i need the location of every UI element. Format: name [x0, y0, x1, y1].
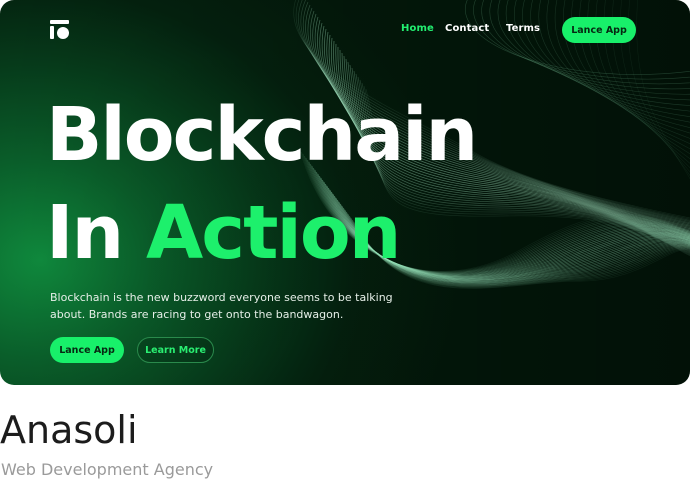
hero-headline-line2: In Action [46, 196, 401, 270]
project-title: Anasoli [0, 408, 138, 452]
project-subtitle: Web Development Agency [1, 460, 214, 479]
headline-accent-text: Action [145, 190, 401, 276]
hero-headline-line1: Blockchain [46, 92, 478, 178]
nav-lance-app-button[interactable]: Lance App [562, 17, 636, 43]
hero-learn-more-button[interactable]: Learn More [137, 337, 214, 363]
hero-description: Blockchain is the new buzzword everyone … [50, 289, 410, 323]
hero-description-line2: about. Brands are racing to get onto the… [50, 308, 344, 321]
top-navigation: Home Contact Terms Lance App [0, 0, 690, 60]
hero-lance-app-button[interactable]: Lance App [50, 337, 124, 363]
project-preview-card[interactable]: Home Contact Terms Lance App Blockchain … [0, 0, 690, 385]
nav-home-link[interactable]: Home [401, 23, 434, 34]
headline-plain-text: In [46, 190, 146, 276]
nav-contact-link[interactable]: Contact [445, 23, 489, 34]
hero-description-line1: Blockchain is the new buzzword everyone … [50, 291, 393, 304]
nav-terms-link[interactable]: Terms [506, 23, 540, 34]
